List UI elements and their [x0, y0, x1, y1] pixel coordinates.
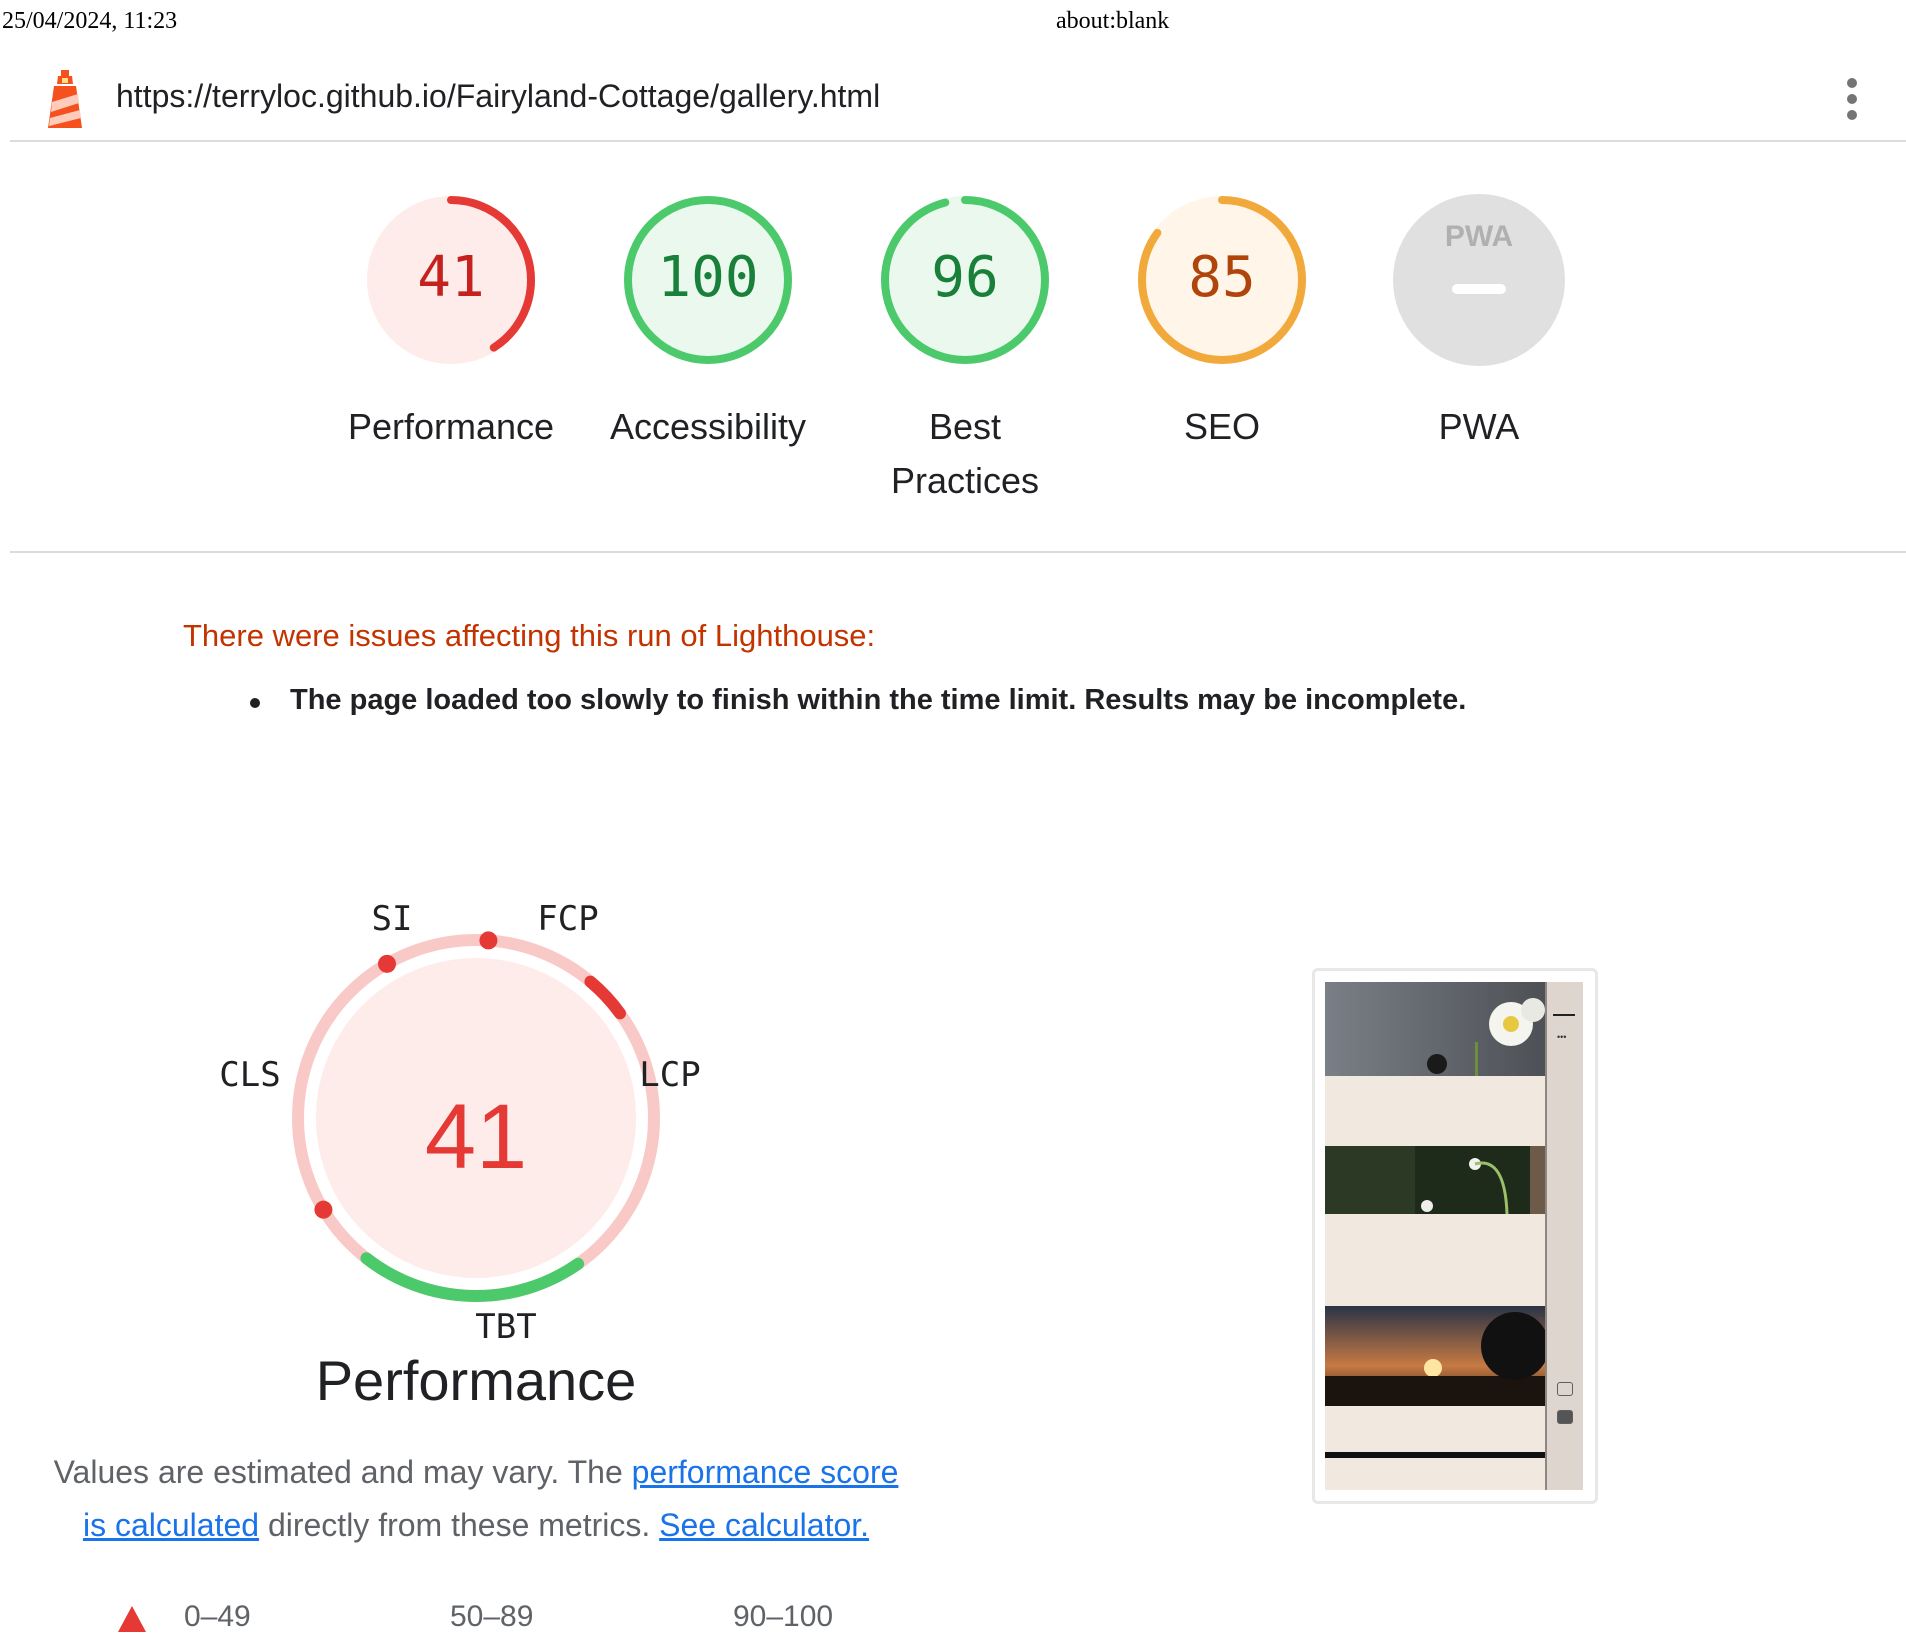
score-gauges: 41 Performance 100 Accessibility 96 Best…	[0, 190, 1906, 510]
print-date: 25/04/2024, 11:23	[2, 8, 178, 34]
performance-title: Performance	[315, 1349, 637, 1412]
gallery-photo-flower-dark	[1325, 1146, 1545, 1214]
metric-dot-fcp	[479, 931, 498, 950]
warning-item: The page loaded too slowly to finish wit…	[290, 684, 1467, 716]
legend-fail: 0–49	[184, 1600, 251, 1633]
gauge-performance[interactable]: 41 Performance	[331, 190, 571, 454]
shot-menu-icon: •••	[1557, 1032, 1567, 1042]
screenshot-content: •••	[1325, 982, 1583, 1490]
fail-triangle-icon	[118, 1606, 146, 1632]
bullet-icon	[250, 698, 260, 708]
page-screenshot-thumbnail[interactable]: •••	[1312, 968, 1598, 1504]
gauge-label: PWA	[1438, 406, 1520, 447]
more-vert-icon[interactable]	[1842, 78, 1862, 122]
performance-description: Values are estimated and may vary. The p…	[40, 1446, 912, 1552]
warning-title: There were issues affecting this run of …	[183, 618, 876, 653]
gauge-accessibility[interactable]: 100 Accessibility	[588, 190, 828, 454]
report-topbar: https://terryloc.github.io/Fairyland-Cot…	[10, 58, 1906, 142]
seo-gauge-ring: 85	[1138, 196, 1306, 364]
metric-arc-lcp	[584, 975, 627, 1020]
gauge-label: SEO	[1183, 406, 1261, 447]
performance-metric-gauge: 41 SI FCP LCP TBT CLS	[219, 899, 700, 1347]
legend-average: 50–89	[450, 1600, 534, 1633]
see-calculator-link[interactable]: See calculator.	[659, 1507, 869, 1543]
gauge-score: 100	[657, 245, 758, 310]
gauge-seo[interactable]: 85 SEO	[1102, 190, 1342, 454]
gauge-best-practices[interactable]: 96 Best Practices	[845, 190, 1085, 508]
gallery-photo-daisy	[1325, 982, 1545, 1076]
pwa-badge-text: PWA	[1445, 220, 1513, 253]
report-url: https://terryloc.github.io/Fairyland-Cot…	[116, 78, 881, 114]
pwa-badge-icon: PWA	[1393, 194, 1565, 366]
best-practices-gauge-ring: 96	[881, 196, 1049, 364]
gauge-label: Performance	[347, 406, 555, 447]
desc-middle: directly from these metrics.	[259, 1507, 660, 1543]
shot-youtube-icon	[1557, 1410, 1573, 1424]
metric-label-si: SI	[372, 899, 413, 939]
shot-logo-icon	[1553, 1000, 1575, 1016]
gauge-score: 96	[931, 245, 998, 310]
lighthouse-logo-icon	[40, 66, 90, 130]
gallery-photo-sunset	[1325, 1306, 1545, 1406]
shot-instagram-icon	[1557, 1382, 1573, 1396]
gallery-photo-partial	[1325, 1452, 1545, 1458]
screenshot-sidebar: •••	[1545, 982, 1583, 1490]
perf-score: 41	[425, 1086, 527, 1188]
gauge-score: 41	[417, 245, 484, 310]
section-divider	[10, 551, 1906, 553]
print-page-title: about:blank	[1056, 8, 1170, 34]
gauge-label: Best Practices	[890, 406, 1040, 501]
metric-label-tbt: TBT	[475, 1307, 536, 1347]
gauge-score: 85	[1188, 245, 1255, 310]
metric-label-lcp: LCP	[639, 1055, 700, 1095]
desc-prefix: Values are estimated and may vary. The	[53, 1454, 632, 1490]
legend-pass: 90–100	[733, 1600, 834, 1633]
gauge-pwa[interactable]: PWA PWA	[1359, 190, 1599, 454]
metric-label-fcp: FCP	[537, 899, 598, 939]
gauge-label: Accessibility	[609, 406, 807, 447]
metric-dot-cls	[314, 1200, 333, 1219]
accessibility-gauge-ring: 100	[624, 196, 792, 364]
performance-gauge-ring: 41	[367, 196, 535, 364]
metric-dot-si	[378, 954, 396, 973]
metric-label-cls: CLS	[219, 1055, 280, 1095]
